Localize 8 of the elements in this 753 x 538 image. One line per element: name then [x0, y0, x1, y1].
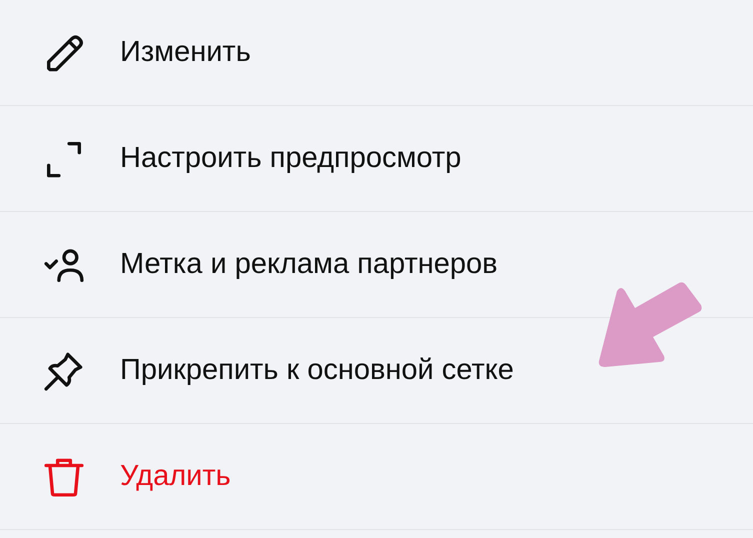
menu-item[interactable]: Настроить предпросмотр — [0, 106, 753, 212]
menu-item[interactable]: Удалить — [0, 424, 753, 530]
menu-item[interactable]: Изменить — [0, 0, 753, 106]
menu-item-label: Настроить предпросмотр — [120, 142, 462, 175]
menu-item-label: Прикрепить к основной сетке — [120, 354, 514, 387]
menu-item-label: Удалить — [120, 460, 231, 493]
menu-item-label: Изменить — [120, 36, 251, 69]
menu-item-label: Метка и реклама партнеров — [120, 248, 498, 281]
